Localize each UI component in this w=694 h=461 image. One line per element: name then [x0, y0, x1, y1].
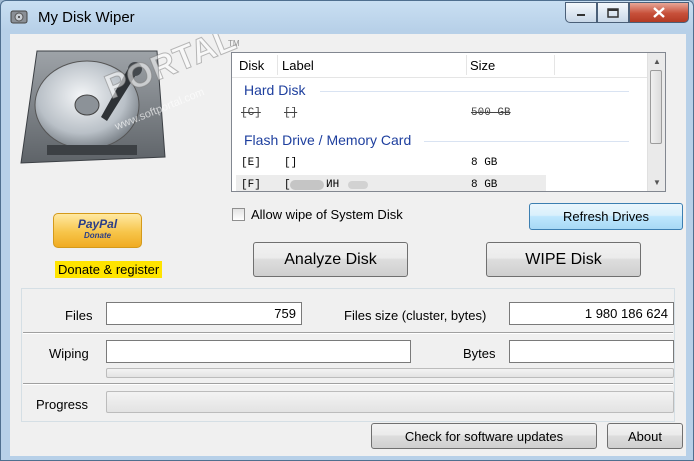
- group-divider: [424, 141, 629, 142]
- disk-size: 500 GB: [471, 107, 511, 119]
- close-button[interactable]: [629, 2, 689, 23]
- disk-list[interactable]: Disk Label Size Hard Disk [C] [] 500 GB …: [231, 52, 666, 192]
- check-updates-button[interactable]: Check for software updates: [371, 423, 597, 449]
- disk-letter: [E]: [241, 157, 261, 169]
- column-label[interactable]: Label: [282, 58, 314, 73]
- disk-label: []: [284, 157, 298, 169]
- watermark-tm: TM: [228, 39, 240, 48]
- maximize-icon: [607, 7, 619, 18]
- statistics-panel: Files 759 Files size (cluster, bytes) 1 …: [21, 288, 675, 422]
- blurred-label-image: [348, 181, 368, 189]
- checkbox-box[interactable]: [232, 207, 245, 221]
- bytes-field: [509, 340, 674, 363]
- close-icon: [653, 7, 665, 18]
- list-item-selected[interactable]: [F] [ ИН 8 GB: [236, 175, 546, 191]
- files-count-field: 759: [106, 302, 302, 325]
- about-button[interactable]: About: [607, 423, 683, 449]
- group-hard-disk: Hard Disk: [244, 82, 306, 98]
- divider: [23, 332, 673, 334]
- allow-system-wipe-checkbox[interactable]: Allow wipe of System Disk: [232, 206, 403, 222]
- overall-progress-bar: [106, 391, 674, 413]
- disk-app-icon: [10, 10, 28, 24]
- bytes-label: Bytes: [463, 346, 496, 361]
- disk-label: []: [284, 107, 298, 119]
- disk-letter: [C]: [241, 107, 261, 119]
- files-size-field: 1 980 186 624: [509, 302, 674, 325]
- analyze-disk-button[interactable]: Analyze Disk: [253, 242, 408, 277]
- maximize-button[interactable]: [597, 2, 629, 23]
- files-label: Files: [65, 308, 93, 323]
- column-size[interactable]: Size: [470, 58, 495, 73]
- list-item[interactable]: [E] [] 8 GB: [236, 153, 546, 173]
- column-disk[interactable]: Disk: [239, 58, 264, 73]
- wiping-label: Wiping: [49, 346, 89, 361]
- wipe-disk-button[interactable]: WIPE Disk: [486, 242, 641, 277]
- progress-label: Progress: [36, 397, 89, 412]
- refresh-drives-button[interactable]: Refresh Drives: [529, 203, 683, 230]
- group-flash-drive: Flash Drive / Memory Card: [244, 132, 412, 148]
- disk-letter: [F]: [241, 179, 261, 191]
- wiping-field: [106, 340, 411, 363]
- paypal-logo: PayPal: [77, 217, 118, 231]
- scroll-up-icon[interactable]: ▲: [653, 57, 661, 66]
- app-window: My Disk Wiper PORTAL www.softportal.com: [0, 0, 694, 461]
- disk-list-header: Disk Label Size: [232, 53, 648, 78]
- client-area: PORTAL www.softportal.com TM Disk Label …: [10, 34, 686, 456]
- blurred-label-image: [290, 180, 324, 190]
- donate-register-link[interactable]: Donate & register: [55, 261, 163, 278]
- paypal-donate-button[interactable]: PayPal Donate: [53, 213, 142, 248]
- wiping-progress-bar: [106, 368, 674, 378]
- list-item[interactable]: [C] [] 500 GB: [236, 103, 546, 123]
- minimize-icon: [577, 13, 585, 16]
- window-title: My Disk Wiper: [38, 9, 135, 26]
- scroll-thumb[interactable]: [650, 70, 662, 144]
- group-divider: [320, 91, 629, 92]
- scroll-down-icon[interactable]: ▼: [653, 178, 661, 187]
- hard-drive-icon: [20, 50, 166, 164]
- disk-list-scrollbar[interactable]: ▲ ▼: [647, 53, 665, 191]
- checkbox-label: Allow wipe of System Disk: [251, 206, 403, 222]
- paypal-donate-text: Donate: [83, 231, 112, 240]
- minimize-button[interactable]: [565, 2, 597, 23]
- divider: [23, 383, 673, 385]
- disk-size: 8 GB: [471, 179, 498, 191]
- files-size-label: Files size (cluster, bytes): [344, 308, 487, 323]
- disk-size: 8 GB: [471, 157, 498, 169]
- disk-label-tail: ИН: [326, 179, 340, 191]
- title-bar[interactable]: My Disk Wiper: [1, 1, 693, 34]
